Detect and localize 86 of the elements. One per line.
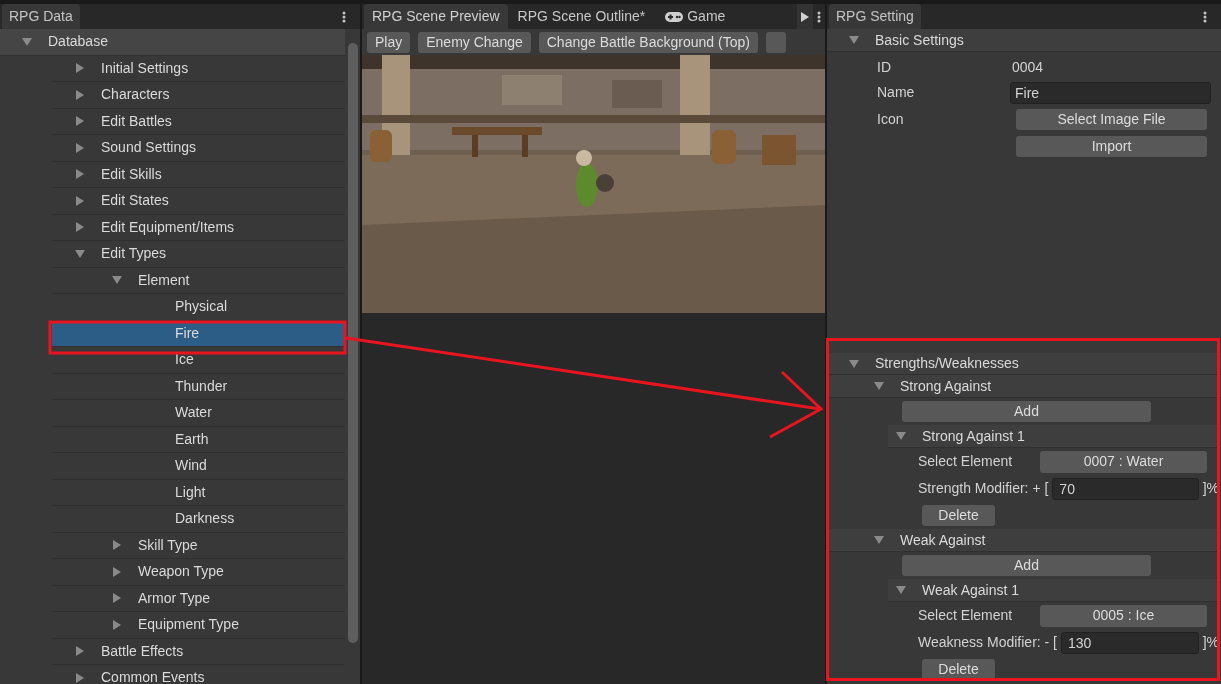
tree-item[interactable]: Thunder <box>52 373 345 400</box>
more-options-icon[interactable] <box>342 10 346 23</box>
field-label: Icon <box>877 110 905 129</box>
collapse-arrow-icon[interactable] <box>896 431 906 441</box>
toolbar-button[interactable]: Enemy Change <box>418 31 531 53</box>
tree-item[interactable]: Water <box>52 400 345 427</box>
field-label: ID <box>877 58 892 77</box>
element-dropdown[interactable]: 0005 : Ice <box>1040 604 1207 627</box>
expand-arrow-icon[interactable] <box>75 646 85 657</box>
select-button[interactable]: Import <box>1016 136 1207 157</box>
tree-item[interactable]: Weapon Type <box>52 559 345 586</box>
element-dropdown[interactable]: 0007 : Water <box>1040 450 1207 473</box>
name-field[interactable]: Fire <box>1010 81 1211 104</box>
expand-arrow-icon[interactable] <box>75 222 85 233</box>
collapse-arrow-icon[interactable] <box>75 248 85 259</box>
scroll-tabs-button[interactable] <box>797 4 813 29</box>
collapse-arrow-icon[interactable] <box>22 36 32 47</box>
tree-item[interactable]: Equipment Type <box>52 612 345 639</box>
id-value: 0004 <box>1012 58 1044 77</box>
panel-tab[interactable]: RPG Data <box>2 4 80 29</box>
tree-item[interactable]: Element <box>52 267 345 294</box>
collapse-arrow-icon[interactable] <box>874 381 884 391</box>
expand-arrow-icon[interactable] <box>75 63 85 74</box>
tree-item[interactable]: Database <box>0 29 345 56</box>
scrollbar[interactable] <box>347 43 358 643</box>
tree-item[interactable]: Common Events <box>52 665 345 684</box>
tree-item[interactable]: Skill Type <box>52 532 345 559</box>
select-button[interactable]: Select Image File <box>1016 109 1207 130</box>
tree-item[interactable]: Initial Settings <box>52 55 345 82</box>
expand-arrow-icon[interactable] <box>112 540 122 551</box>
tab[interactable]: Game <box>655 4 736 29</box>
expand-arrow-icon[interactable] <box>112 593 122 604</box>
tree-item[interactable]: Wind <box>52 453 345 480</box>
collapse-arrow-icon[interactable] <box>849 35 859 45</box>
delete-button[interactable]: Delete <box>922 505 995 526</box>
field-label: Select Element <box>918 452 1014 471</box>
modifier-field[interactable]: 70 <box>1052 477 1199 500</box>
expand-arrow-icon[interactable] <box>75 89 85 100</box>
more-options-icon[interactable] <box>817 10 821 23</box>
collapse-arrow-icon[interactable] <box>896 585 906 595</box>
panel-tab[interactable]: RPG Setting <box>829 4 921 29</box>
field-label: Strength Modifier: + [ <box>918 479 1049 498</box>
expand-arrow-icon[interactable] <box>75 116 85 127</box>
tree-item[interactable]: Edit Battles <box>52 108 345 135</box>
toolbar-button[interactable]: Play <box>367 31 411 53</box>
modifier-field[interactable]: 130 <box>1061 631 1199 654</box>
tree-item[interactable]: Edit Types <box>52 241 345 268</box>
tree-item[interactable]: Edit States <box>52 188 345 215</box>
collapse-arrow-icon[interactable] <box>849 358 859 369</box>
tree-item[interactable]: Physical <box>52 294 345 321</box>
section-header[interactable]: Strong Against <box>827 375 1221 398</box>
delete-button[interactable]: Delete <box>922 659 995 680</box>
tab[interactable]: RPG Scene Outline* <box>507 4 656 29</box>
expand-arrow-icon[interactable] <box>75 169 85 180</box>
tab[interactable]: RPG Scene Preview <box>364 4 508 29</box>
expand-arrow-icon[interactable] <box>75 195 85 206</box>
tree-item[interactable]: Darkness <box>52 506 345 533</box>
section-header[interactable]: Basic Settings <box>827 29 1221 52</box>
collapse-arrow-icon[interactable] <box>874 535 884 545</box>
field-label: Select Element <box>918 606 1014 625</box>
section-header[interactable]: Strong Against 1 <box>888 425 1221 448</box>
add-button[interactable]: Add <box>902 401 1151 422</box>
tree-item[interactable]: Light <box>52 479 345 506</box>
expand-arrow-icon[interactable] <box>112 566 122 577</box>
expand-arrow-icon[interactable] <box>112 619 122 630</box>
collapse-arrow-icon[interactable] <box>112 275 122 286</box>
tree-item[interactable]: Sound Settings <box>52 135 345 162</box>
more-options-icon[interactable] <box>1203 10 1207 23</box>
tree-item[interactable]: Edit Equipment/Items <box>52 214 345 241</box>
gamepad-icon <box>665 11 684 22</box>
tree-item[interactable]: Ice <box>52 347 345 374</box>
add-button[interactable]: Add <box>902 555 1151 576</box>
section-header[interactable]: Strengths/Weaknesses <box>827 353 1221 375</box>
tree-item[interactable]: Armor Type <box>52 585 345 612</box>
section-header[interactable]: Weak Against 1 <box>888 579 1221 602</box>
tree-item[interactable]: Earth <box>52 426 345 453</box>
expand-arrow-icon[interactable] <box>75 142 85 153</box>
field-label: Weakness Modifier: - [ <box>918 633 1057 652</box>
tree-item[interactable]: Characters <box>52 82 345 109</box>
tree-item[interactable]: Edit Skills <box>52 161 345 188</box>
expand-arrow-icon[interactable] <box>75 672 85 683</box>
toolbar-button[interactable]: Change Battle Background (Top) <box>538 31 758 53</box>
section-header[interactable]: Weak Against <box>827 529 1221 552</box>
field-label: Name <box>877 83 916 102</box>
right-arrow-icon[interactable] <box>800 11 810 22</box>
tree-item[interactable]: Battle Effects <box>52 638 345 665</box>
